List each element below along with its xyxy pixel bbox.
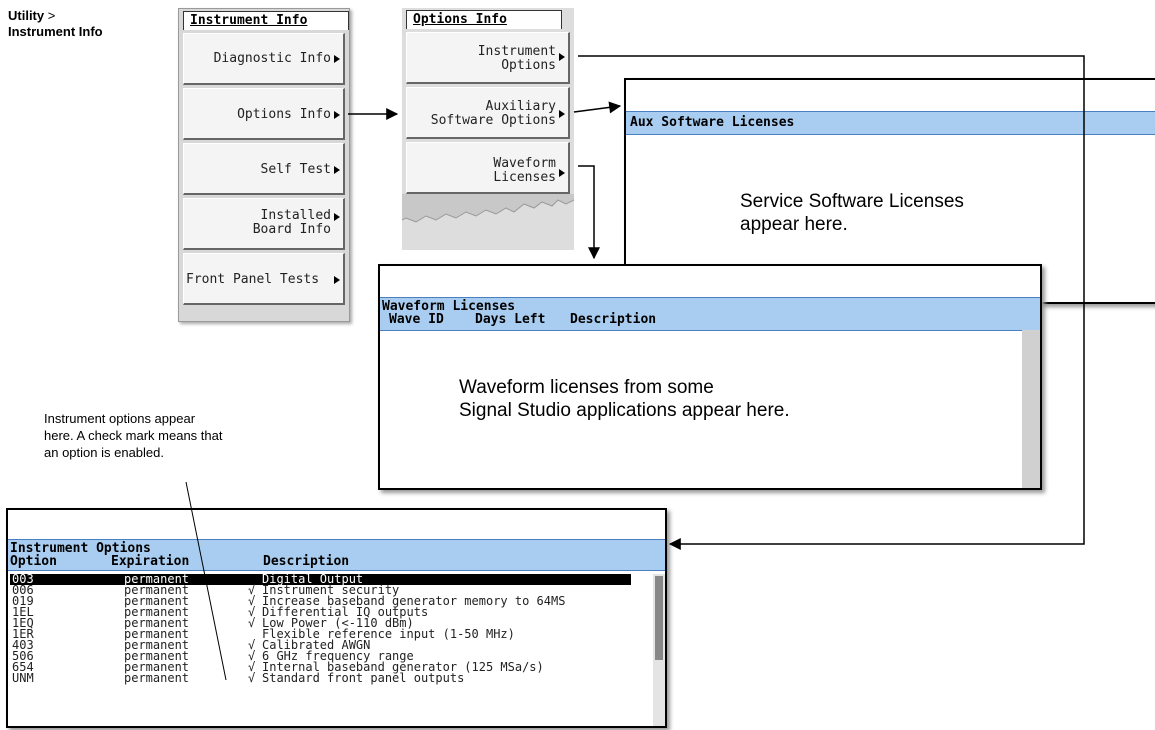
arrow-waveform-licenses (578, 165, 600, 260)
arrow-instrument-options (578, 55, 1085, 550)
annotation-pointer (185, 481, 227, 681)
connector-arrows (185, 55, 1085, 681)
arrow-aux-software (573, 101, 622, 114)
